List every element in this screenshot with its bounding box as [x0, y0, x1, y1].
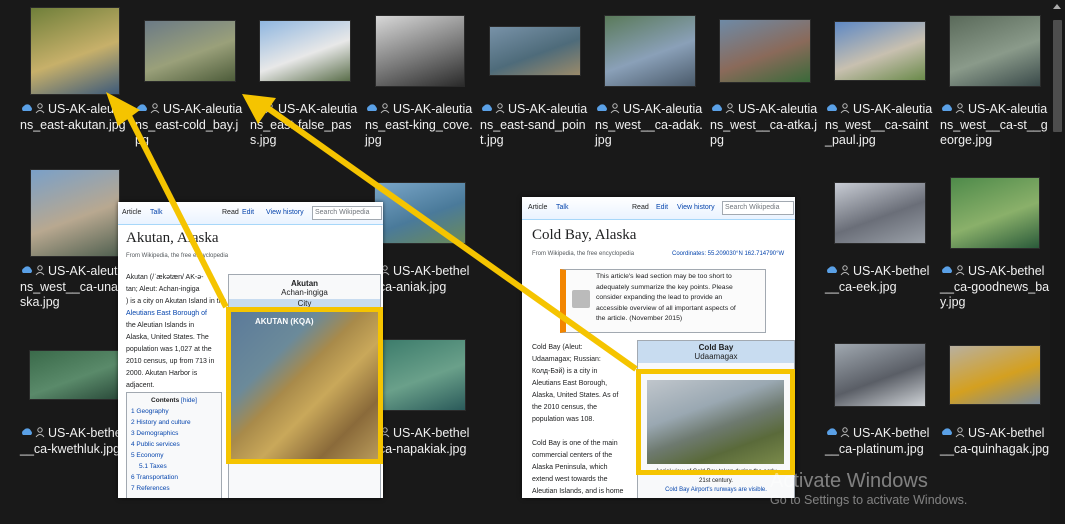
windows-activation-watermark: Activate Windows Go to Settings to activ…: [770, 470, 1040, 507]
arrow-to-akutan: [121, 104, 229, 309]
scroll-up-arrow-icon[interactable]: [1053, 4, 1061, 9]
watermark-title: Activate Windows: [770, 470, 928, 492]
watermark-subtitle: Go to Settings to activate Windows.: [770, 493, 968, 507]
scrollbar-thumb[interactable]: [1053, 20, 1062, 132]
arrow-to-cold-bay: [260, 101, 638, 372]
vertical-scrollbar[interactable]: [1050, 0, 1065, 524]
annotation-arrows: [106, 92, 638, 372]
